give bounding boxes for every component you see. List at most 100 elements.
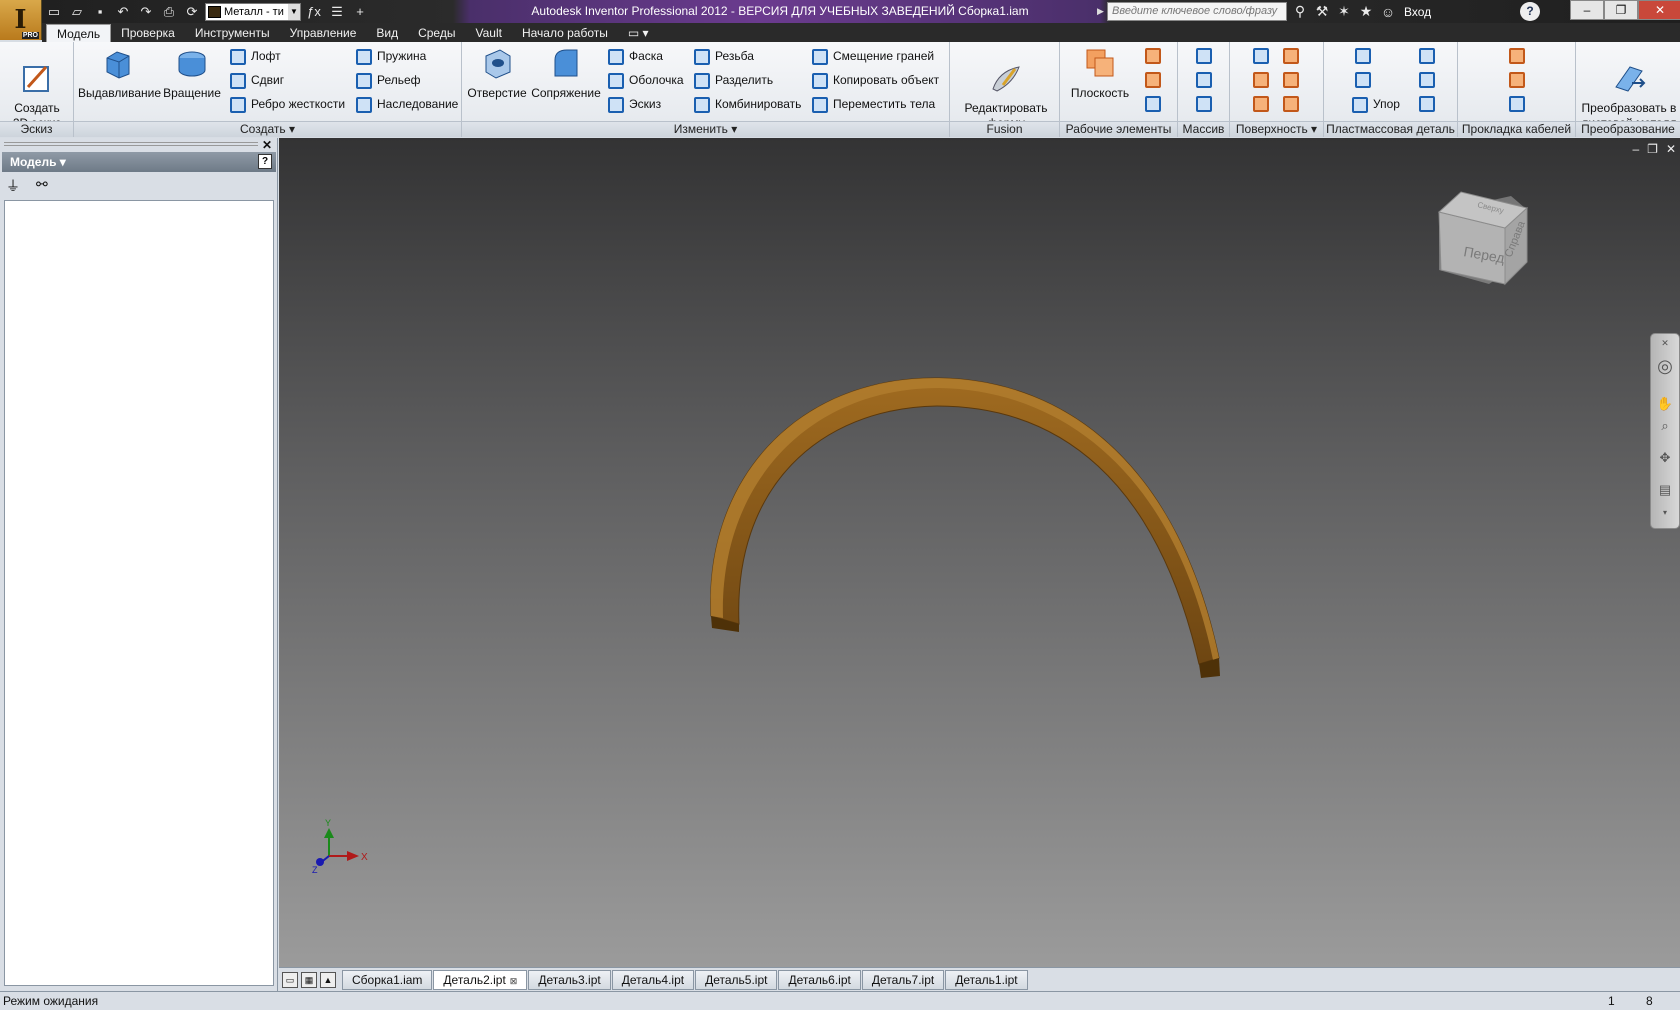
thicken-button[interactable] (1280, 45, 1302, 66)
doc-tab-part4[interactable]: Деталь4.ipt (611, 969, 695, 990)
close-tab-icon[interactable]: ⊠ (510, 976, 518, 986)
pin-button[interactable] (1506, 69, 1528, 90)
stitch-button[interactable] (1250, 45, 1272, 66)
open-file-icon[interactable]: ▱ (67, 3, 87, 21)
shell-button[interactable]: Оболочка (608, 70, 684, 91)
tab-manage[interactable]: Управление (280, 24, 367, 42)
viewcube[interactable]: Перед Справа Сверху (1437, 191, 1528, 286)
doc-tab-part2[interactable]: Деталь2.ipt ⊠ (433, 969, 528, 990)
grill-button[interactable] (1352, 45, 1374, 66)
search-expand-icon[interactable]: ▶ (1097, 2, 1107, 21)
extrude-button[interactable]: Выдавливание (78, 46, 161, 101)
parameters-icon[interactable]: ƒx (304, 3, 324, 21)
delete-face-button[interactable] (1280, 93, 1302, 114)
close-icon[interactable]: ✕ (262, 138, 272, 152)
derive-button[interactable]: Наследование (356, 94, 458, 115)
doc-tab-part3[interactable]: Деталь3.ipt (528, 969, 611, 990)
panel-modify-label[interactable]: Изменить ▾ (462, 121, 949, 137)
boss-button[interactable] (1416, 45, 1438, 66)
look-at-icon[interactable]: ▤ (1656, 482, 1674, 500)
tools-icon[interactable]: ⚒ (1314, 3, 1330, 20)
split-button[interactable]: Разделить (694, 70, 773, 91)
panel-create-label[interactable]: Создать ▾ (74, 121, 461, 137)
offset-faces-button[interactable]: Смещение граней (812, 46, 934, 67)
close-button[interactable]: ✕ (1638, 0, 1680, 20)
tab-inspect[interactable]: Проверка (111, 24, 185, 42)
fillet-button[interactable]: Сопряжение (530, 46, 602, 101)
undo-icon[interactable]: ↶ (113, 3, 133, 21)
print-icon[interactable]: ⎙ (159, 3, 179, 21)
favorites-icon[interactable]: ★ (1358, 3, 1374, 20)
tile-windows-icon[interactable]: ▦ (301, 971, 317, 988)
filter-icon[interactable]: ⏚ (6, 176, 20, 196)
maximize-button[interactable]: ❐ (1604, 0, 1638, 20)
search-input[interactable]: Введите ключевое слово/фразу (1107, 2, 1287, 21)
doc-tab-part7[interactable]: Деталь7.ipt (861, 969, 945, 990)
thread-button[interactable]: Резьба (694, 46, 754, 67)
mirror-button[interactable] (1193, 93, 1215, 114)
graphics-viewport[interactable]: – ❐ ✕ Перед Справа Сверху X Y Z ✕ ◎ ✋ ⌕ … (279, 138, 1680, 967)
doc-tab-part6[interactable]: Деталь6.ipt (778, 969, 861, 990)
update-icon[interactable]: ⟳ (182, 3, 202, 21)
rest-button[interactable]: Упор (1352, 94, 1400, 115)
loft-button[interactable]: Лофт (230, 46, 281, 67)
save-icon[interactable]: ▪ (90, 3, 110, 21)
doc-tab-part5[interactable]: Деталь5.ipt (695, 969, 778, 990)
browser-help-icon[interactable]: ? (258, 154, 272, 169)
rule-fillet-button[interactable] (1352, 69, 1374, 90)
subscription-icon[interactable]: ✶ (1336, 3, 1352, 20)
plane-button[interactable]: Плоскость (1064, 46, 1136, 101)
draft-button[interactable]: Эскиз (608, 94, 661, 115)
edit-connector-button[interactable] (1506, 93, 1528, 114)
navbar-close-icon[interactable]: ✕ (1656, 338, 1674, 356)
model-tree[interactable] (4, 200, 274, 986)
sweep-button[interactable]: Сдвиг (230, 70, 284, 91)
redo-icon[interactable]: ↷ (136, 3, 156, 21)
rib-button[interactable]: Ребро жесткости (230, 94, 345, 115)
cascade-windows-icon[interactable]: ▭ (282, 971, 298, 988)
ucs-button[interactable] (1142, 93, 1164, 114)
line-weight-icon[interactable]: ☰ (327, 3, 347, 21)
circular-pattern-button[interactable] (1193, 69, 1215, 90)
move-bodies-button[interactable]: Переместить тела (812, 94, 935, 115)
doc-tab-assembly1[interactable]: Сборка1.iam (342, 969, 433, 990)
material-select[interactable]: Металл - ти ▼ (205, 2, 301, 21)
tab-vault[interactable]: Vault (465, 24, 511, 42)
application-menu-button[interactable]: I PRO (0, 0, 42, 40)
trim-button[interactable] (1280, 69, 1302, 90)
steering-wheel-icon[interactable]: ◎ (1656, 356, 1674, 376)
orbit-icon[interactable]: ✥ (1656, 450, 1674, 468)
browser-header[interactable]: Модель ▾ ? (2, 152, 276, 172)
revolve-button[interactable]: Вращение (160, 46, 224, 101)
tab-model[interactable]: Модель (46, 24, 112, 42)
coil-button[interactable]: Пружина (356, 46, 426, 67)
minimize-button[interactable]: – (1570, 0, 1604, 20)
login-button[interactable]: Вход (1404, 5, 1431, 19)
patch-button[interactable] (1250, 93, 1272, 114)
tab-tools[interactable]: Инструменты (185, 24, 280, 42)
tab-get-started[interactable]: Начало работы (512, 24, 618, 42)
help-icon[interactable]: ? (1520, 2, 1540, 21)
copy-object-button[interactable]: Копировать объект (812, 70, 939, 91)
panel-surface-label[interactable]: Поверхность ▾ (1230, 121, 1323, 137)
ribbon-options-icon[interactable]: ▭ ▾ (618, 24, 659, 42)
zoom-icon[interactable]: ⌕ (1656, 418, 1674, 436)
pan-icon[interactable]: ✋ (1656, 396, 1674, 414)
browser-grip[interactable] (4, 142, 258, 146)
combine-button[interactable]: Комбинировать (694, 94, 801, 115)
arrange-menu-icon[interactable]: ▲ (320, 971, 336, 988)
tab-environments[interactable]: Среды (408, 24, 465, 42)
edit-form-button[interactable]: Редактировать форму (956, 46, 1056, 131)
part-arc-body[interactable] (710, 377, 1220, 665)
work-point-button[interactable] (1142, 69, 1164, 90)
chamfer-button[interactable]: Фаска (608, 46, 663, 67)
lip-button[interactable] (1416, 93, 1438, 114)
connector-button[interactable] (1506, 45, 1528, 66)
binoculars-icon[interactable]: ⚯ (36, 176, 48, 196)
navbar-menu-icon[interactable]: ▾ (1656, 508, 1674, 526)
new-file-icon[interactable]: ▭ (44, 3, 64, 21)
work-axis-button[interactable] (1142, 45, 1164, 66)
snap-fit-button[interactable] (1416, 69, 1438, 90)
create-2d-sketch-button[interactable]: Создать 2D эскиз (4, 46, 70, 131)
tab-view[interactable]: Вид (366, 24, 408, 42)
